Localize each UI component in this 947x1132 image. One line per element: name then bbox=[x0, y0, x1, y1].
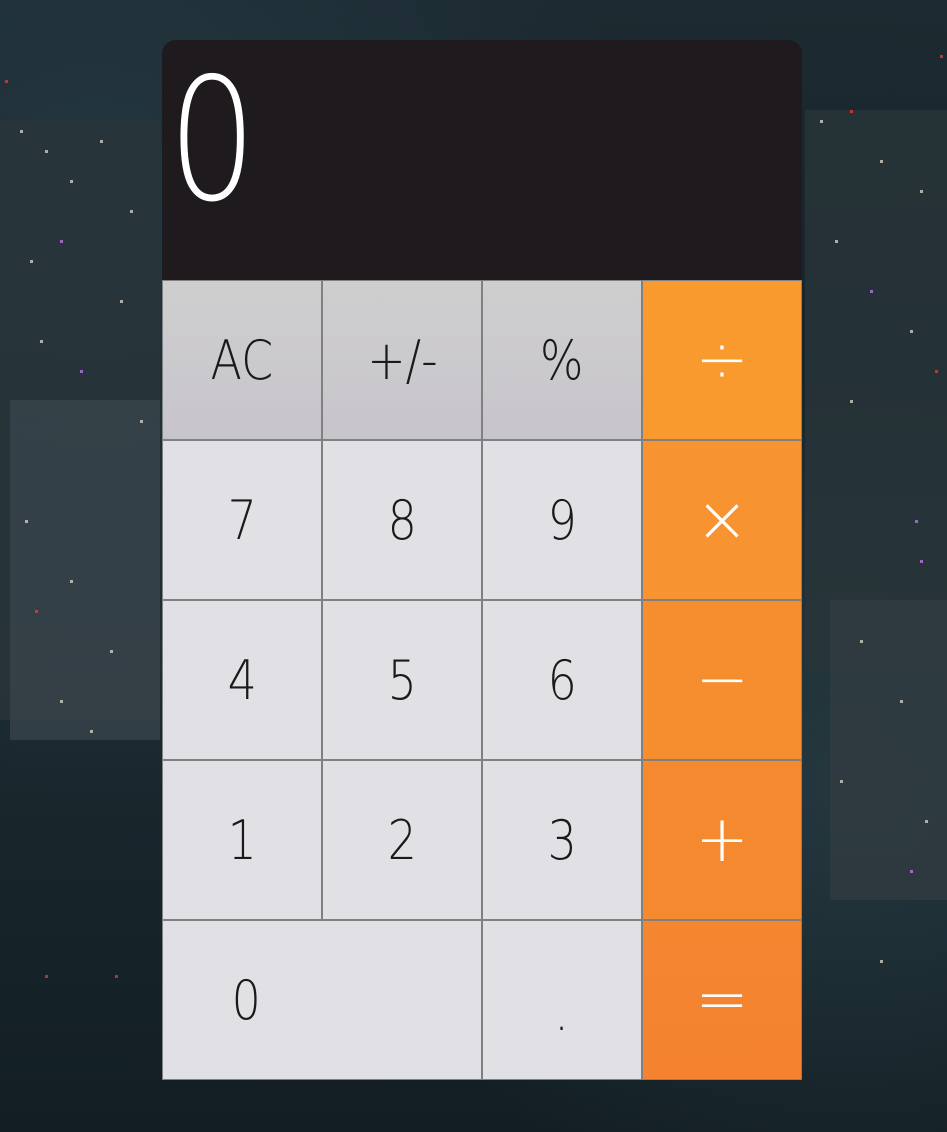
digit-3-button[interactable]: 3 bbox=[482, 760, 642, 920]
sign-toggle-button[interactable]: +/- bbox=[322, 280, 482, 440]
digit-8-button[interactable]: 8 bbox=[322, 440, 482, 600]
digit-2-label: 2 bbox=[387, 808, 417, 872]
display-value: 0 bbox=[168, 42, 257, 240]
calculator: 0 AC +/- % ÷ 7 8 9 × 4 5 6 − 1 2 3 + 0 .… bbox=[162, 40, 802, 1080]
digit-0-label: 0 bbox=[231, 968, 261, 1032]
digit-2-button[interactable]: 2 bbox=[322, 760, 482, 920]
percent-label: % bbox=[540, 328, 584, 392]
add-label: + bbox=[695, 803, 749, 877]
digit-4-button[interactable]: 4 bbox=[162, 600, 322, 760]
multiply-button[interactable]: × bbox=[642, 440, 802, 600]
equals-label: = bbox=[695, 963, 749, 1037]
digit-1-button[interactable]: 1 bbox=[162, 760, 322, 920]
digit-6-button[interactable]: 6 bbox=[482, 600, 642, 760]
digit-9-label: 9 bbox=[547, 488, 577, 552]
divide-button[interactable]: ÷ bbox=[642, 280, 802, 440]
digit-7-button[interactable]: 7 bbox=[162, 440, 322, 600]
sign-toggle-label: +/- bbox=[366, 328, 438, 392]
digit-3-label: 3 bbox=[547, 808, 577, 872]
digit-9-button[interactable]: 9 bbox=[482, 440, 642, 600]
digit-5-label: 5 bbox=[387, 648, 417, 712]
subtract-button[interactable]: − bbox=[642, 600, 802, 760]
digit-5-button[interactable]: 5 bbox=[322, 600, 482, 760]
clear-button[interactable]: AC bbox=[162, 280, 322, 440]
equals-button[interactable]: = bbox=[642, 920, 802, 1080]
divide-label: ÷ bbox=[695, 323, 749, 397]
digit-8-label: 8 bbox=[387, 488, 417, 552]
digit-4-label: 4 bbox=[227, 648, 257, 712]
clear-label: AC bbox=[210, 328, 274, 392]
subtract-label: − bbox=[695, 643, 749, 717]
decimal-label: . bbox=[554, 980, 570, 1043]
display: 0 bbox=[162, 40, 802, 280]
multiply-label: × bbox=[695, 483, 749, 557]
digit-6-label: 6 bbox=[547, 648, 577, 712]
decimal-button[interactable]: . bbox=[482, 920, 642, 1080]
add-button[interactable]: + bbox=[642, 760, 802, 920]
digit-1-label: 1 bbox=[227, 808, 257, 872]
keypad: AC +/- % ÷ 7 8 9 × 4 5 6 − 1 2 3 + 0 . = bbox=[162, 280, 802, 1080]
percent-button[interactable]: % bbox=[482, 280, 642, 440]
digit-7-label: 7 bbox=[227, 488, 257, 552]
digit-0-button[interactable]: 0 bbox=[162, 920, 482, 1080]
